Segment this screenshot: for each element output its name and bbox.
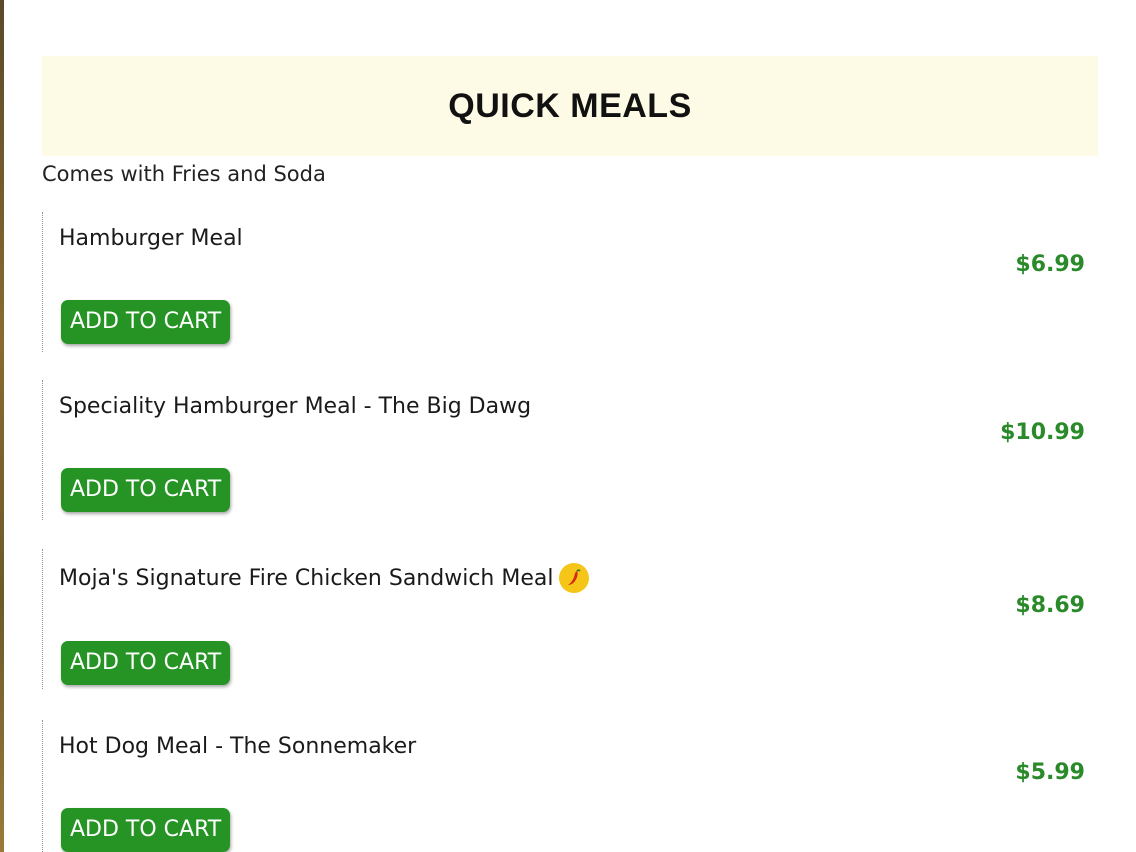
add-to-cart-button[interactable]: ADD TO CART <box>61 641 231 685</box>
item-price: $6.99 <box>1015 252 1085 277</box>
page-left-border <box>0 0 4 852</box>
section-title: QUICK MEALS <box>448 86 692 125</box>
item-name-text: Speciality Hamburger Meal - The Big Dawg <box>59 394 532 419</box>
add-to-cart-button[interactable]: ADD TO CART <box>61 468 231 512</box>
chili-pepper-icon <box>559 563 590 593</box>
menu-item-big-dawg-meal: Speciality Hamburger Meal - The Big Dawg… <box>42 380 1099 520</box>
item-name-text: Hot Dog Meal - The Sonnemaker <box>59 734 417 759</box>
item-name: Moja's Signature Fire Chicken Sandwich M… <box>59 563 590 593</box>
item-name: Speciality Hamburger Meal - The Big Dawg <box>59 394 531 419</box>
add-to-cart-button[interactable]: ADD TO CART <box>61 300 231 344</box>
menu-item-hot-dog-meal: Hot Dog Meal - The Sonnemaker $5.99 ADD … <box>42 720 1099 852</box>
item-price: $10.99 <box>1000 420 1085 445</box>
item-name: Hot Dog Meal - The Sonnemaker <box>59 734 416 759</box>
add-to-cart-button[interactable]: ADD TO CART <box>61 808 231 852</box>
section-header: QUICK MEALS <box>42 56 1098 156</box>
item-price: $5.99 <box>1015 760 1085 785</box>
item-name-text: Moja's Signature Fire Chicken Sandwich M… <box>59 565 554 591</box>
menu-item-fire-chicken-meal: Moja's Signature Fire Chicken Sandwich M… <box>42 549 1099 689</box>
section-subtitle: Comes with Fries and Soda <box>42 162 326 186</box>
item-price: $8.69 <box>1015 593 1085 618</box>
item-name-text: Hamburger Meal <box>59 226 243 251</box>
menu-item-hamburger-meal: Hamburger Meal $6.99 ADD TO CART <box>42 212 1099 352</box>
quick-meals-section: QUICK MEALS Comes with Fries and Soda Ha… <box>42 56 1098 852</box>
item-name: Hamburger Meal <box>59 226 243 251</box>
